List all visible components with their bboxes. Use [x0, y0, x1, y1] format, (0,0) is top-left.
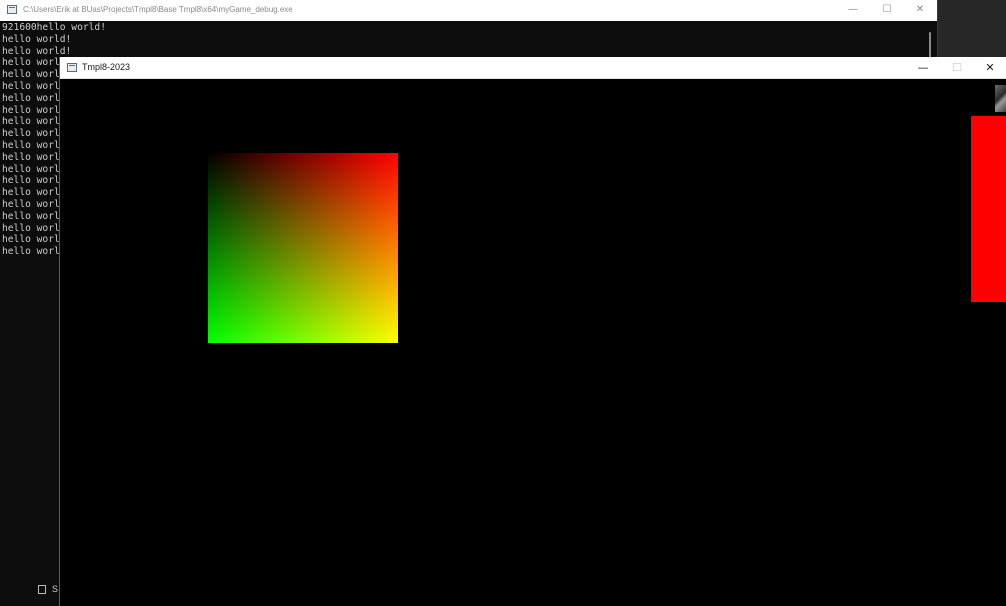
red-rectangle	[971, 116, 1006, 302]
game-maximize-button: ☐	[952, 61, 962, 74]
file-icon	[38, 585, 46, 594]
console-scrollbar[interactable]	[929, 32, 931, 58]
game-app-icon	[67, 63, 77, 72]
gradient-square-sprite	[208, 153, 398, 343]
game-minimize-button[interactable]: —	[906, 57, 940, 79]
console-close-button[interactable]: ✕	[903, 0, 937, 21]
game-close-button[interactable]: ✕	[973, 57, 1006, 79]
console-minimize-button[interactable]: —	[836, 0, 870, 21]
game-window[interactable]: Tmpl8-2023 — ☐ ✕	[59, 57, 1006, 606]
game-titlebar[interactable]: Tmpl8-2023 — ☐ ✕	[60, 57, 1006, 79]
console-titlebar[interactable]: C:\Users\Erik at BUas\Projects\Tmpl8\Bas…	[0, 0, 937, 21]
console-output-line: hello world!	[2, 45, 72, 57]
console-output-line: hello world!	[2, 33, 72, 45]
desktop-right-strip-top	[938, 0, 1006, 58]
console-footer-text: S	[52, 584, 59, 594]
console-window-title: C:\Users\Erik at BUas\Projects\Tmpl8\Bas…	[23, 5, 293, 14]
console-app-icon	[7, 5, 17, 14]
sprite-fragment	[995, 85, 1006, 112]
game-window-title: Tmpl8-2023	[82, 62, 131, 72]
console-maximize-button[interactable]: ☐	[870, 0, 904, 21]
console-output-line: 921600hello world!	[2, 22, 106, 33]
